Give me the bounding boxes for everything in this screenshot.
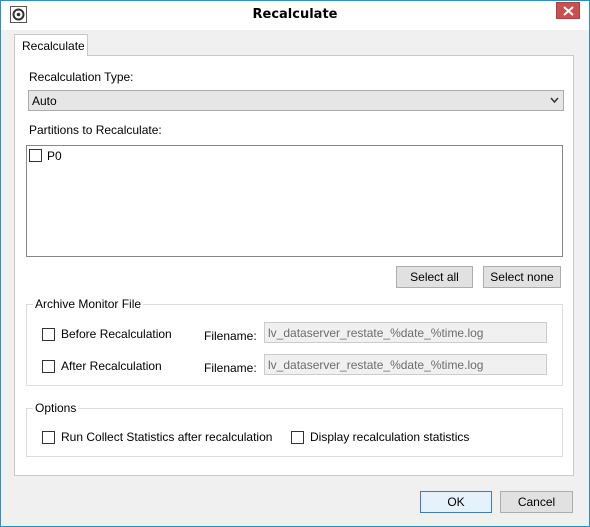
chevron-down-icon [550, 97, 559, 103]
window-title: Recalculate [252, 7, 338, 22]
ok-button[interactable]: OK [420, 491, 492, 513]
display-statistics-label: Display recalculation statistics [310, 430, 470, 444]
tab-recalculate[interactable]: Recalculate [14, 34, 88, 56]
title-bar: Recalculate [1, 1, 589, 30]
recalculation-type-label: Recalculation Type: [29, 70, 134, 84]
recalculation-type-select[interactable]: Auto [28, 90, 564, 111]
select-none-button[interactable]: Select none [483, 266, 561, 288]
options-group: Options Run Collect Statistics after rec… [26, 401, 563, 457]
close-button[interactable] [556, 2, 580, 19]
partition-checkbox[interactable] [29, 149, 42, 162]
before-recalculation-checkbox[interactable] [42, 328, 55, 341]
options-title: Options [33, 401, 79, 415]
display-statistics-checkbox[interactable] [291, 431, 304, 444]
after-filename-label: Filename: [204, 361, 257, 375]
collect-statistics-checkbox[interactable] [42, 431, 55, 444]
before-recalculation-label: Before Recalculation [61, 327, 172, 341]
recalculation-type-value: Auto [32, 94, 57, 108]
archive-monitor-title: Archive Monitor File [33, 297, 144, 311]
partitions-list[interactable]: P0 [26, 145, 563, 257]
after-recalculation-checkbox[interactable] [42, 360, 55, 373]
partitions-label: Partitions to Recalculate: [29, 123, 162, 137]
archive-monitor-group: Archive Monitor File Before Recalculatio… [26, 297, 563, 386]
collect-statistics-label: Run Collect Statistics after recalculati… [61, 430, 273, 444]
select-all-button[interactable]: Select all [396, 266, 473, 288]
after-recalculation-label: After Recalculation [61, 359, 162, 373]
partition-label: P0 [47, 149, 62, 163]
recalculate-dialog: Recalculate Recalculate Recalculation Ty… [0, 0, 590, 527]
before-filename-field[interactable]: lv_dataserver_restate_%date_%time.log [264, 322, 547, 343]
list-item[interactable]: P0 [29, 148, 129, 164]
after-filename-field[interactable]: lv_dataserver_restate_%date_%time.log [264, 354, 547, 375]
close-icon [563, 6, 574, 16]
before-filename-label: Filename: [204, 329, 257, 343]
tab-panel: Recalculation Type: Auto Partitions to R… [14, 55, 574, 476]
cancel-button[interactable]: Cancel [500, 491, 573, 513]
